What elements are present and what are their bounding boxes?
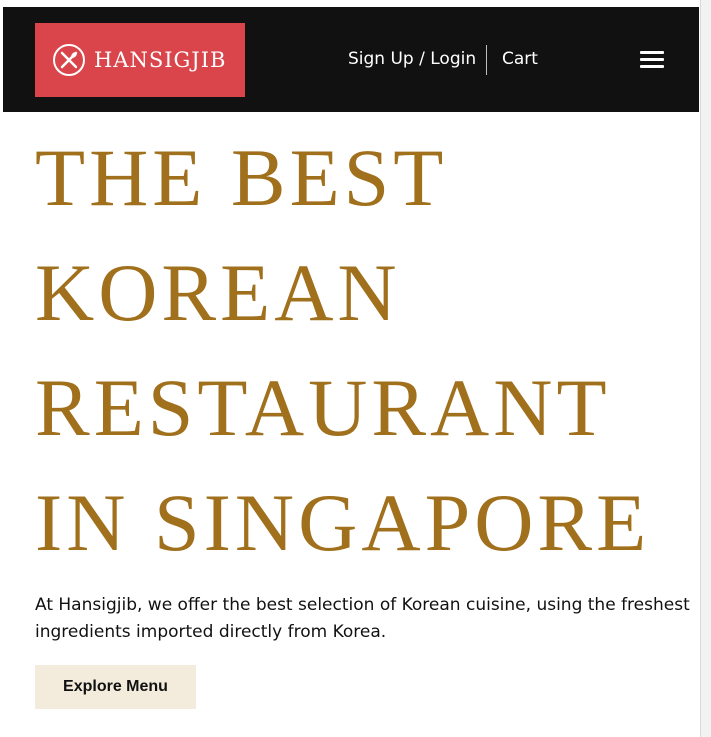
hero-title: THE BEST KOREAN RESTAURANT IN SINGAPORE <box>35 120 700 580</box>
menu-bar-middle <box>640 58 664 61</box>
hero-title-line-4: IN SINGAPORE <box>35 477 651 568</box>
hero-title-line-2: KOREAN <box>35 247 401 338</box>
brand-name: HANSIGJIB <box>94 48 227 72</box>
page: HANSIGJIB Sign Up / Login Cart THE BEST … <box>0 0 711 737</box>
hamburger-menu-icon[interactable] <box>640 51 667 71</box>
hero-title-line-3: RESTAURANT <box>35 362 611 453</box>
site-header: HANSIGJIB Sign Up / Login Cart <box>3 7 699 112</box>
brand-logo-link[interactable]: HANSIGJIB <box>35 23 245 97</box>
hero-description: At Hansigjib, we offer the best selectio… <box>35 595 690 642</box>
sign-up-login-link[interactable]: Sign Up / Login <box>348 49 476 69</box>
fork-spoon-icon <box>53 44 85 76</box>
cart-link[interactable]: Cart <box>502 49 538 69</box>
hero-title-line-1: THE BEST <box>35 132 448 223</box>
explore-menu-button[interactable]: Explore Menu <box>35 665 196 709</box>
menu-bar-top <box>640 51 664 54</box>
menu-bar-bottom <box>640 65 664 68</box>
nav-divider <box>486 45 487 75</box>
